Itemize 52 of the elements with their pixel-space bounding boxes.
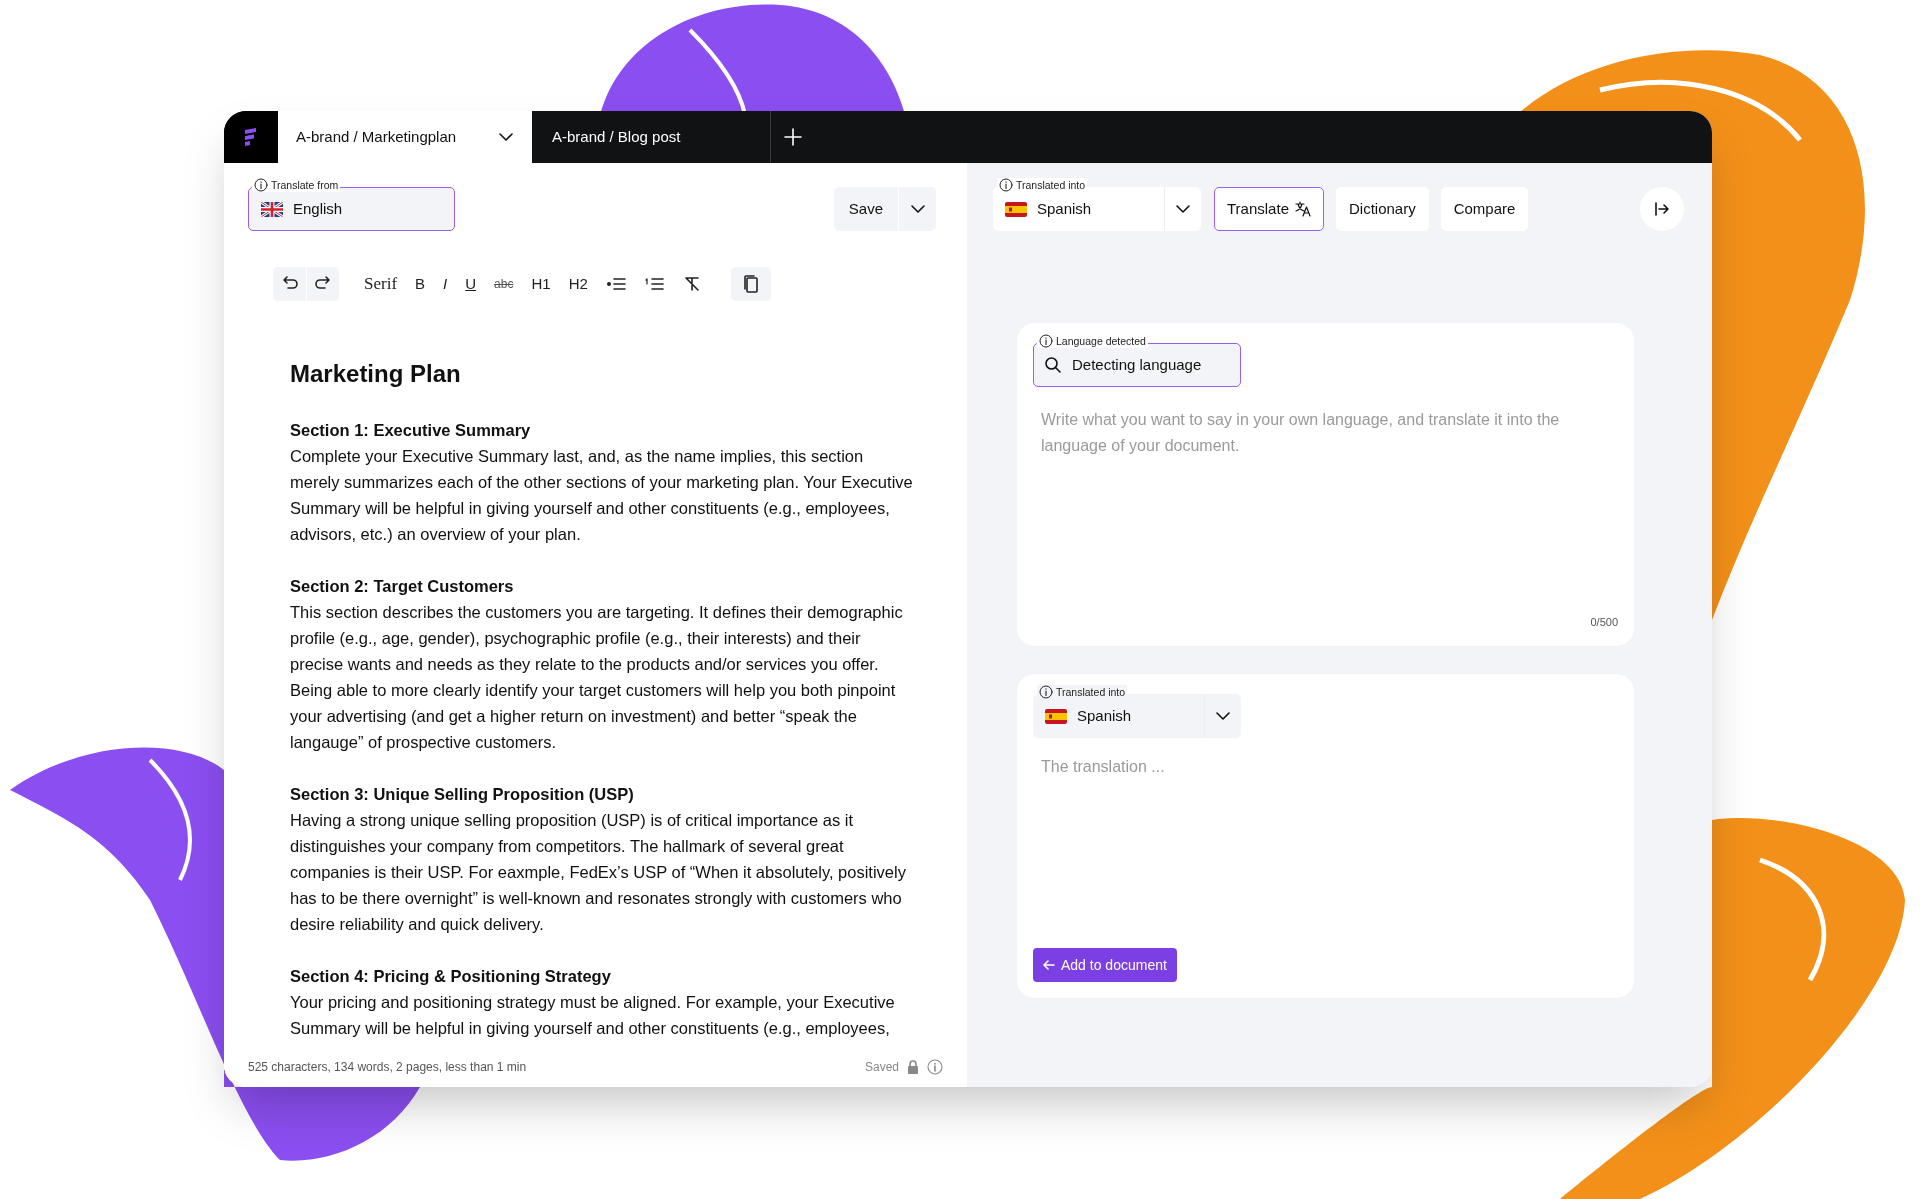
format-button[interactable]: B	[406, 267, 435, 301]
chevron-down-icon	[1175, 204, 1191, 214]
paragraph: Your pricing and positioning strategy must be aligned. For example, your Executive Summary will be helpful in giving yourself and other constituents (e.g., employees,	[290, 992, 896, 1039]
translation-field[interactable]: The translation ...	[1041, 754, 1618, 940]
character-counter: 0/500	[1590, 614, 1618, 630]
info-icon	[1039, 685, 1053, 699]
chevron-down-icon	[909, 204, 926, 214]
text-input-field[interactable]: Write what you want to say in your own language, and translate it into the language of your document.	[1041, 407, 1618, 614]
chevron-down-icon	[498, 132, 514, 142]
tab[interactable]: A-brand / Marketingplan	[278, 111, 532, 163]
format-button[interactable]: I	[434, 267, 457, 301]
flag-icon	[261, 201, 283, 217]
collapse-panel-button[interactable]	[1640, 187, 1684, 231]
paragraph: This section describes the customers you are targeting. It defines their demographic profile (e.g., age, gender), psychographic profile (e.g., their interests) and their precise wants and needs as they relate to the products and/or services you offer. Being able to more clearly identify your target customers will help you both pinpoint your advertising (and get a higher return on investment) and better “speak the langauge” of prospective customers.	[290, 602, 904, 753]
add-to-document-button[interactable]: Add to document	[1033, 948, 1177, 982]
save-status: Saved	[864, 1059, 899, 1076]
paragraph: Having a strong unique selling proposition (USP) is of critical importance as it distinguishes your company from competitors. The hallmark of several great companies is their USP. For eaxmple, FedEx’s USP of “When it absolutely, positively has to be there overnight” is well-known and resonates strongly with customers who desire reliability and quick delivery.	[290, 810, 907, 935]
flag-icon	[1045, 708, 1067, 724]
action-button[interactable]: Compare	[1440, 187, 1529, 231]
collapse-panel-icon	[1654, 202, 1670, 216]
info-icon	[927, 1059, 943, 1075]
save-button[interactable]: Save	[833, 187, 898, 231]
document-stats: 525 characters, 134 words, 2 pages, less than 1 min	[248, 1059, 527, 1076]
format-button[interactable]: abc	[485, 267, 523, 301]
new-tab-button[interactable]	[783, 128, 802, 146]
format-button[interactable]: H1	[522, 267, 560, 301]
search-icon	[1044, 356, 1062, 374]
action-button[interactable]: Dictionary	[1336, 187, 1429, 231]
save-options-button[interactable]	[899, 187, 936, 231]
logo-icon	[243, 127, 259, 147]
format-button[interactable]: U	[456, 267, 486, 301]
section-heading: Section 3: Unique Selling Proposition (USP)	[290, 784, 635, 805]
lock-icon	[907, 1060, 919, 1074]
document-title: Marketing Plan	[290, 359, 462, 389]
section-heading: Section 1: Executive Summary	[290, 420, 532, 441]
chevron-down-icon	[1215, 711, 1231, 721]
copy-button[interactable]	[730, 267, 771, 301]
plus-icon	[783, 128, 802, 146]
translate-icon	[1295, 201, 1311, 217]
input-card[interactable]: Language detected Detecting language Write what you want to say in your own language, and translate it into the language of your document. 0/500	[1017, 323, 1634, 646]
info-icon	[999, 178, 1013, 192]
format-button[interactable]: Serif	[355, 267, 407, 301]
paragraph: Complete your Executive Summary last, and, as the name implies, this section merely summarizes each of the other sections of your marketing plan. Your Executive Summary will be helpful in giving yourself and other constituents (e.g., employees, advisors, etc.) an overview of your plan.	[290, 446, 914, 545]
format-button[interactable]: H2	[559, 267, 597, 301]
info-icon	[254, 178, 268, 192]
output-card[interactable]: Translated into Spanish The translation ... Add to document	[1017, 674, 1634, 998]
flag-icon	[1005, 201, 1027, 217]
info-icon	[1039, 334, 1053, 348]
section-heading: Section 4: Pricing & Positioning Strategy	[290, 966, 612, 987]
arrow-left-icon	[1043, 959, 1055, 971]
action-button[interactable]: Translate	[1214, 187, 1324, 231]
section-heading: Section 2: Target Customers	[290, 576, 515, 597]
